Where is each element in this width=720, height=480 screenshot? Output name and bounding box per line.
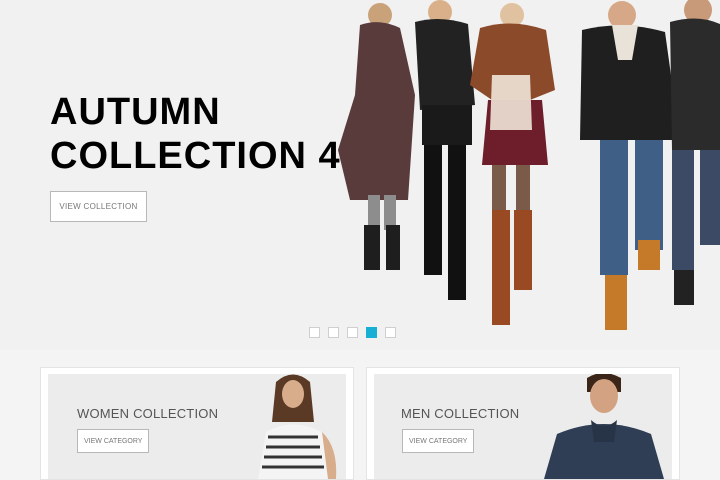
hero-models-image <box>338 0 720 330</box>
category-title-men: MEN COLLECTION <box>401 406 520 421</box>
hero-banner: AUTUMN COLLECTION 4 VIEW COLLECTION <box>0 0 720 350</box>
slider-dot-1[interactable] <box>309 327 320 338</box>
hero-headline: AUTUMN COLLECTION 4 <box>50 90 341 178</box>
view-category-men-button[interactable]: VIEW CATEGORY <box>402 429 475 453</box>
women-model-image <box>258 374 337 479</box>
hero-headline-line2: COLLECTION 4 <box>50 135 341 177</box>
men-model-image <box>544 374 664 479</box>
view-category-women-button[interactable]: VIEW CATEGORY <box>77 429 150 453</box>
category-title-women: WOMEN COLLECTION <box>77 406 219 421</box>
category-card-men[interactable]: MEN COLLECTION VIEW CATEGORY <box>366 367 680 480</box>
view-collection-button[interactable]: VIEW COLLECTION <box>50 191 147 222</box>
hero-headline-line1: AUTUMN <box>50 91 221 133</box>
slider-dot-2[interactable] <box>328 327 339 338</box>
category-card-women[interactable]: WOMEN COLLECTION VIEW CATEGORY <box>40 367 354 480</box>
category-card-men-panel: MEN COLLECTION VIEW CATEGORY <box>374 374 672 479</box>
slider-dot-4[interactable] <box>366 327 377 338</box>
category-card-women-panel: WOMEN COLLECTION VIEW CATEGORY <box>48 374 346 479</box>
slider-dot-3[interactable] <box>347 327 358 338</box>
slider-dot-5[interactable] <box>385 327 396 338</box>
slider-pagination <box>309 327 396 338</box>
